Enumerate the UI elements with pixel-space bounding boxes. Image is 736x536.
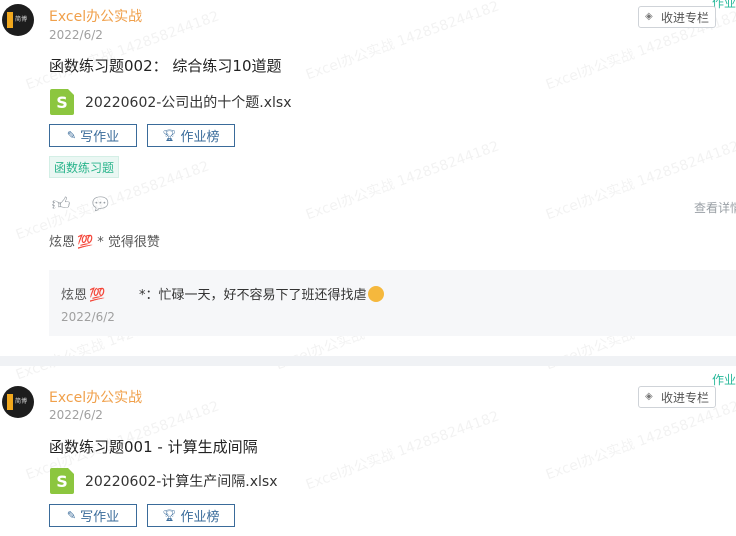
avatar-text: 简博 — [15, 16, 28, 23]
commenter[interactable]: 炫恩 💯 — [61, 284, 105, 303]
logo-icon — [7, 394, 13, 410]
homework-ranking-button[interactable]: 🏆︎ 作业榜 — [147, 504, 235, 527]
hundred-emoji-icon: 💯 — [77, 235, 94, 250]
avatar[interactable]: 简博 — [2, 386, 34, 418]
logo-icon — [7, 12, 13, 28]
comment-text: *：忙碌一天，好不容易下了班还得找虐 — [139, 288, 367, 303]
post-card: 简博 Excel办公实战 2022/6/2 作业 ◈ 收进专栏 函数练习题001… — [0, 366, 736, 536]
post-card: 简博 Excel办公实战 2022/6/2 作业 ◈ 收进专栏 函数练习题002… — [0, 0, 736, 356]
file-attachment[interactable]: S 20220602-公司出的十个题.xlsx — [50, 89, 292, 115]
trophy-icon: 🏆︎ — [162, 129, 177, 142]
topic-tag[interactable]: 函数练习题 — [49, 156, 120, 178]
thumbs-up-icon[interactable]: 👍︎ — [50, 194, 72, 216]
write-homework-button[interactable]: ✎ 写作业 — [49, 124, 137, 147]
post-title[interactable]: 函数练习题002： 综合练习10道题 — [49, 55, 282, 76]
author-name[interactable]: Excel办公实战 — [49, 387, 142, 407]
layers-icon: ◈ — [645, 11, 653, 22]
post-date: 2022/6/2 — [49, 408, 103, 422]
file-icon-letter: S — [56, 471, 68, 491]
write-homework-label: 写作业 — [80, 130, 120, 145]
add-to-column-button[interactable]: ◈ 收进专栏 — [638, 386, 716, 408]
spreadsheet-file-icon: S — [50, 468, 74, 494]
add-to-column-button[interactable]: ◈ 收进专栏 — [638, 6, 716, 28]
add-to-column-label: 收进专栏 — [661, 10, 710, 25]
hundred-emoji-icon: 💯 — [89, 288, 106, 303]
trophy-icon: 🏆︎ — [162, 509, 177, 522]
write-homework-label: 写作业 — [80, 510, 120, 525]
layers-icon: ◈ — [645, 391, 653, 402]
add-to-column-label: 收进专栏 — [661, 390, 710, 405]
homework-ranking-button[interactable]: 🏆︎ 作业榜 — [147, 124, 235, 147]
write-homework-button[interactable]: ✎ 写作业 — [49, 504, 137, 527]
file-attachment[interactable]: S 20220602-计算生产间隔.xlsx — [50, 468, 278, 494]
comment-item: 炫恩 💯 *：忙碌一天，好不容易下了班还得找虐 2022/6/2 — [49, 270, 736, 336]
avatar[interactable]: 简博 — [2, 4, 34, 36]
action-row: ✎ 写作业 🏆︎ 作业榜 — [49, 124, 245, 147]
spreadsheet-file-icon: S — [50, 89, 74, 115]
edit-icon: ✎ — [66, 509, 77, 522]
avatar-text: 简博 — [15, 398, 28, 405]
homework-corner-tag: 作业 — [711, 373, 736, 387]
post-divider — [0, 356, 736, 366]
post-title[interactable]: 函数练习题001 - 计算生成间隔 — [49, 436, 258, 457]
homework-ranking-label: 作业榜 — [180, 130, 220, 145]
likes-suffix: * 觉得很赞 — [97, 235, 160, 250]
homework-ranking-label: 作业榜 — [180, 510, 220, 525]
comment-icon[interactable]: 💬︎ — [89, 194, 112, 216]
comment-text-line: *：忙碌一天，好不容易下了班还得找虐 — [139, 284, 384, 303]
liker-name[interactable]: 炫恩 — [49, 235, 75, 250]
heart-eyes-emoji-icon — [367, 286, 384, 302]
edit-icon: ✎ — [66, 129, 77, 142]
commenter-name: 炫恩 — [61, 288, 88, 303]
file-icon-letter: S — [56, 92, 68, 112]
view-details-link[interactable]: 查看详情 — [694, 199, 736, 216]
action-row: ✎ 写作业 🏆︎ 作业榜 — [49, 504, 245, 527]
file-name: 20220602-计算生产间隔.xlsx — [85, 474, 278, 490]
likes-summary: 炫恩 💯 * 觉得很赞 — [49, 231, 160, 250]
file-name: 20220602-公司出的十个题.xlsx — [85, 95, 292, 111]
author-name[interactable]: Excel办公实战 — [49, 6, 142, 26]
comment-date: 2022/6/2 — [61, 310, 115, 324]
post-date: 2022/6/2 — [49, 28, 103, 42]
